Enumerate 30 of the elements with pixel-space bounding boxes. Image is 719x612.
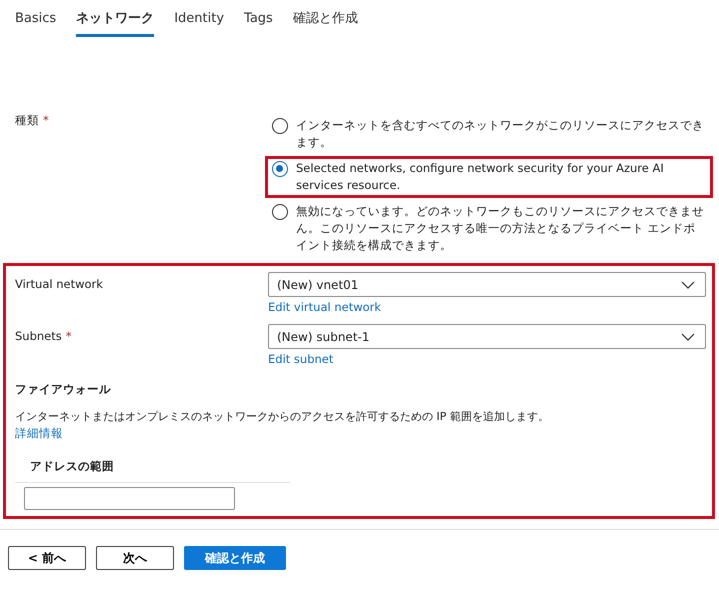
tab[interactable]: Identity [174,7,224,37]
edit-link[interactable]: Edit virtual network [268,300,706,314]
radio-button[interactable] [272,161,288,177]
nav-button[interactable]: 次へ [96,546,174,570]
nav-button[interactable]: < 前へ [8,546,86,570]
field-label: Subnets [15,329,62,343]
chevron-down-icon [681,332,695,340]
required-mark: * [43,113,49,127]
description-text: インターネットまたはオンプレミスのネットワークからのアクセスを許可するための IP 範囲を追加します。 [15,409,550,424]
field-label: Virtual network [15,277,103,291]
option-label: インターネットを含むすべてのネットワークがこのリソースにアクセスできます。 [296,117,705,151]
radio-button[interactable] [272,118,288,134]
column-header: アドレスの範囲 [15,459,290,483]
field-label: 種類 [15,113,39,127]
tab[interactable]: Tags [244,7,273,37]
option-label: 無効になっています。どのネットワークもこのリソースにアクセスできません。このリソースにアクセスする唯一の方法となるプライベート エンドポイント接続を構成できます。 [296,203,705,254]
dropdown[interactable]: (New) vnet01 [268,272,706,297]
edit-link[interactable]: Edit subnet [268,352,706,366]
tab[interactable]: ネットワーク [76,7,154,37]
tab[interactable]: Basics [15,7,56,37]
radio-button[interactable] [272,204,288,220]
dropdown[interactable]: (New) subnet-1 [268,324,706,349]
section-heading: ファイアウォール [15,382,112,397]
address-range-input[interactable] [24,487,235,510]
review-create-button[interactable]: 確認と作成 [184,546,286,570]
option-label: Selected networks, configure network security for your Azure AI services resource. [296,160,665,194]
tab[interactable]: 確認と作成 [292,7,358,37]
chevron-down-icon [681,280,695,288]
learn-more-link[interactable]: 詳細情報 [15,426,706,441]
required-mark: * [66,329,72,343]
